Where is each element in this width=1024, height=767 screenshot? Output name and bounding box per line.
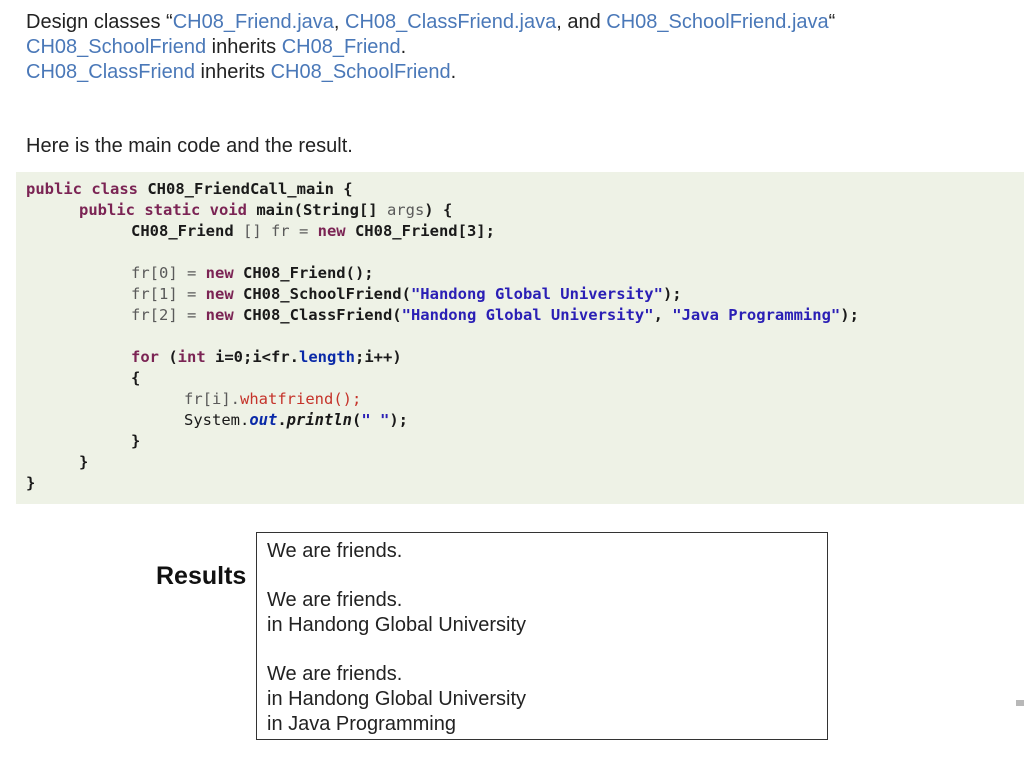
output-line: We are friends. (267, 540, 403, 562)
code-text: i=0;i<fr. (215, 348, 299, 366)
code-text: ( (168, 348, 178, 366)
code-keyword: public static void (79, 201, 257, 219)
intro-line-3: CH08_ClassFriend inherits CH08_SchoolFri… (26, 60, 835, 85)
output-line: We are friends. (267, 663, 403, 685)
code-method: whatfriend(); (240, 390, 362, 408)
code-keyword: new (205, 285, 243, 303)
output-gap (267, 564, 827, 588)
output-gap (267, 638, 827, 662)
edge-mark (1016, 700, 1024, 706)
code-text: . (277, 411, 287, 429)
code-keyword: new (317, 222, 355, 240)
period: . (400, 36, 407, 58)
subclass-name: CH08_ClassFriend (26, 61, 195, 83)
intro-suffix: “ (828, 11, 836, 33)
code-identifier: args (386, 201, 425, 219)
output-line: in Handong Global University (267, 688, 527, 710)
superclass-name: CH08_Friend (281, 36, 401, 58)
code-keyword: public class (26, 180, 148, 198)
code-line-10: System.out.println(" "); (184, 410, 408, 431)
code-line-2: public static void main(String[] args) { (79, 200, 452, 221)
code-line-11: } (131, 432, 141, 450)
code-string: " " (361, 411, 390, 429)
code-line-8: { (131, 369, 141, 387)
code-text: ( (352, 411, 362, 429)
output-line: in Java Programming (267, 713, 456, 735)
code-line-9: fr[i].whatfriend(); (184, 389, 361, 410)
code-string: "Java Programming" (672, 306, 841, 324)
output-line: We are friends. (267, 589, 403, 611)
intro-line-2: CH08_SchoolFriend inherits CH08_Friend. (26, 35, 835, 60)
class-name-schoolfriend: CH08_SchoolFriend.java (606, 11, 829, 33)
code-line-3: CH08_Friend [] fr = new CH08_Friend[3]; (131, 221, 495, 242)
intro-prefix: Design classes “ (26, 11, 173, 33)
code-line-7: for (int i=0;i<fr.length;i++) (131, 347, 402, 368)
class-name-classfriend: CH08_ClassFriend.java (345, 11, 557, 33)
code-identifier: fr[2] = (131, 306, 206, 324)
intro-line-1: Design classes “CH08_Friend.java, CH08_C… (26, 10, 835, 35)
code-text: CH08_Friend(); (242, 264, 374, 282)
code-text: main(String[] (256, 201, 387, 219)
code-keyword: new (205, 264, 243, 282)
code-field: length (299, 348, 355, 366)
code-text: ); (389, 411, 409, 429)
code-text: ); (840, 306, 859, 324)
output-line: in Handong Global University (267, 614, 527, 636)
code-string: "Handong Global University" (410, 285, 663, 303)
code-text: CH08_SchoolFriend( (242, 285, 411, 303)
class-name-friend: CH08_Friend.java (172, 11, 334, 33)
code-text: ); (662, 285, 682, 303)
code-text: , (653, 306, 673, 324)
intro-text: Design classes “CH08_Friend.java, CH08_C… (26, 10, 835, 85)
results-label: Results (156, 562, 247, 590)
code-line-12: } (79, 453, 89, 471)
code-line-6: fr[2] = new CH08_ClassFriend("Handong Gl… (131, 305, 859, 326)
code-keyword: int (177, 348, 215, 366)
intro-sep: , (333, 11, 346, 33)
code-text: CH08_Friend (131, 222, 243, 240)
code-method: println (286, 411, 352, 429)
code-identifier: fr[i]. (184, 390, 240, 408)
lead-text: Here is the main code and the result. (26, 135, 353, 157)
code-text: ) { (424, 201, 453, 219)
code-keyword: new (205, 306, 243, 324)
intro-sep: , and (556, 11, 607, 33)
code-line-5: fr[1] = new CH08_SchoolFriend("Handong G… (131, 284, 682, 305)
code-text: CH08_Friend[3]; (354, 222, 495, 240)
code-line-1: public class CH08_FriendCall_main { (26, 179, 353, 200)
code-keyword: for (131, 348, 169, 366)
code-text: System. (184, 411, 250, 429)
inherits-word: inherits (194, 61, 271, 83)
period: . (450, 61, 457, 83)
code-text: CH08_ClassFriend( (242, 306, 402, 324)
code-block: public class CH08_FriendCall_main { publ… (16, 172, 1024, 504)
code-line-13: } (26, 474, 36, 492)
code-field: out (249, 411, 278, 429)
subclass-name: CH08_SchoolFriend (26, 36, 207, 58)
code-identifier: fr[0] = (131, 264, 206, 282)
inherits-word: inherits (206, 36, 282, 58)
code-identifier: fr[1] = (131, 285, 206, 303)
code-string: "Handong Global University" (401, 306, 654, 324)
code-identifier: [] fr = (242, 222, 318, 240)
code-text: ;i++) (355, 348, 402, 366)
superclass-name: CH08_SchoolFriend (270, 61, 451, 83)
code-line-4: fr[0] = new CH08_Friend(); (131, 263, 374, 284)
code-text: CH08_FriendCall_main { (147, 180, 353, 198)
results-output-box: We are friends. We are friends. in Hando… (256, 532, 828, 740)
